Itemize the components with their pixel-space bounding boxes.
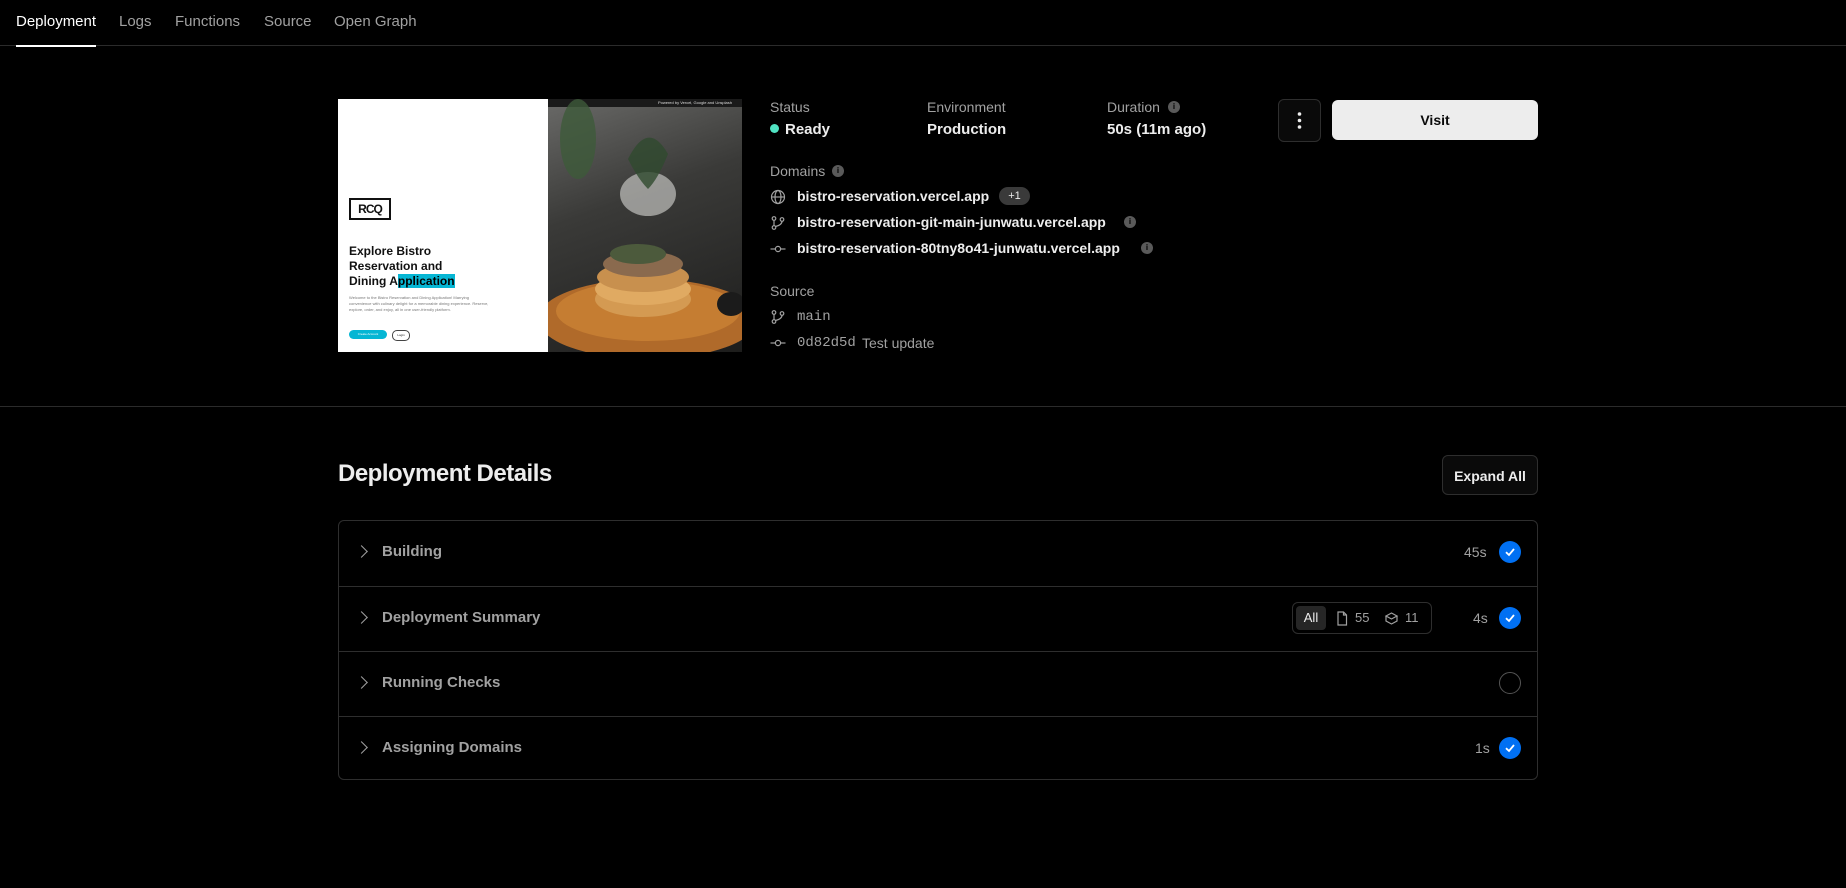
domains-label: Domains: [770, 163, 826, 179]
deployment-details-heading: Deployment Details: [338, 460, 552, 487]
check-icon: [1499, 541, 1521, 563]
commit-hash[interactable]: 0d82d5d: [797, 335, 856, 351]
environment-value: Production: [927, 121, 1007, 138]
tab-functions[interactable]: Functions: [175, 13, 240, 45]
status-value: Ready: [770, 121, 830, 138]
summary-filter: All 55 11: [1292, 602, 1432, 634]
more-options-button[interactable]: [1278, 99, 1321, 142]
filter-files-count[interactable]: 55: [1355, 610, 1369, 625]
extra-domains-badge[interactable]: +1: [999, 187, 1030, 205]
tab-source[interactable]: Source: [264, 13, 312, 45]
file-icon: [1337, 611, 1348, 626]
commit-message[interactable]: Test update: [862, 335, 934, 351]
source-branch-icon: [771, 310, 785, 324]
chevron-right-icon: [355, 611, 368, 624]
preview-hero-body: Welcome to the Bistro Reservation and Di…: [349, 295, 489, 312]
source-commit-icon: [770, 339, 786, 347]
domain-link-git-branch[interactable]: bistro-reservation-git-main-junwatu.verc…: [797, 214, 1106, 230]
preview-landing-panel: RCQ Explore Bistro Reservation and Dinin…: [338, 99, 548, 352]
duration-value: 50s (11m ago): [1107, 121, 1207, 138]
step-duration: 45s: [1464, 544, 1487, 560]
step-row-deployment-summary[interactable]: Deployment Summary All 55 11 4s: [339, 586, 1537, 652]
pancake-plate-image: [548, 99, 742, 352]
function-icon: [1384, 612, 1399, 625]
domains-info-icon[interactable]: i: [832, 165, 844, 177]
domain-link-primary[interactable]: bistro-reservation.vercel.app: [797, 188, 989, 204]
git-domain-info-icon[interactable]: i: [1124, 216, 1136, 228]
duration-label: Duration: [1107, 99, 1160, 115]
duration-info-icon[interactable]: i: [1168, 101, 1180, 113]
source-branch[interactable]: main: [797, 309, 831, 325]
step-row-assigning-domains[interactable]: Assigning Domains 1s: [339, 716, 1537, 782]
filter-all-button[interactable]: All: [1296, 606, 1326, 630]
step-title: Building: [382, 543, 442, 560]
step-title: Assigning Domains: [382, 739, 523, 756]
domain-link-commit[interactable]: bistro-reservation-80tny8o41-junwatu.ver…: [797, 240, 1120, 256]
more-vertical-icon: [1297, 112, 1302, 129]
expand-all-button[interactable]: Expand All: [1442, 455, 1538, 495]
step-row-building[interactable]: Building 45s: [339, 521, 1537, 586]
globe-icon: [770, 189, 786, 205]
check-icon: [1499, 607, 1521, 629]
visit-button[interactable]: Visit: [1332, 100, 1538, 140]
step-duration: 4s: [1473, 610, 1488, 626]
chevron-right-icon: [355, 741, 368, 754]
tab-open-graph[interactable]: Open Graph: [334, 13, 417, 45]
source-label: Source: [770, 283, 815, 299]
deployment-steps-panel: Building 45s Deployment Summary All 55 1…: [338, 520, 1538, 780]
step-duration: 1s: [1475, 740, 1490, 756]
preview-food-photo: Powered by Vercel, Google and Unsplash: [548, 99, 742, 352]
deployment-preview[interactable]: RCQ Explore Bistro Reservation and Dinin…: [338, 99, 742, 352]
preview-create-account-button: Create Account: [349, 330, 387, 339]
status-dot-icon: [770, 124, 779, 133]
chevron-right-icon: [355, 676, 368, 689]
tab-logs[interactable]: Logs: [119, 13, 152, 45]
environment-label: Environment: [927, 99, 1006, 115]
filter-functions-count[interactable]: 11: [1405, 610, 1419, 625]
check-icon: [1499, 737, 1521, 759]
section-divider: [0, 406, 1846, 407]
step-title: Running Checks: [382, 674, 501, 691]
git-commit-icon: [770, 245, 786, 253]
step-row-running-checks[interactable]: Running Checks: [339, 651, 1537, 717]
preview-logo: RCQ: [349, 198, 391, 220]
status-label: Status: [770, 99, 810, 115]
commit-domain-info-icon[interactable]: i: [1141, 242, 1153, 254]
git-branch-icon: [771, 216, 785, 230]
chevron-right-icon: [355, 545, 368, 558]
preview-hero-heading: Explore Bistro Reservation and Dining Ap…: [349, 244, 455, 288]
preview-login-button: Login: [392, 330, 410, 341]
top-tab-bar: Deployment Logs Functions Source Open Gr…: [0, 0, 1846, 47]
pending-circle-icon: [1499, 672, 1521, 694]
tab-deployment[interactable]: Deployment: [16, 13, 97, 47]
step-title: Deployment Summary: [382, 609, 541, 626]
